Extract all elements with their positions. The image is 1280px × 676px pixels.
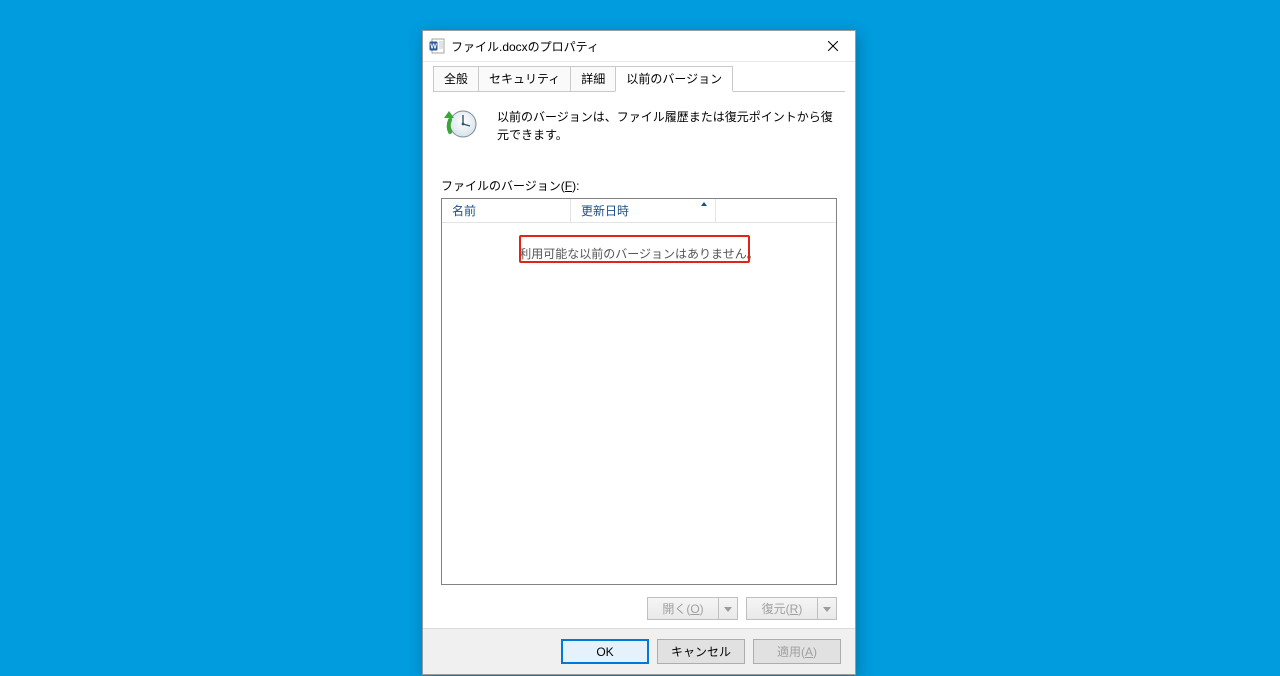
- restore-button: 復元(R): [746, 597, 818, 620]
- action-row: 開く(O) 復元(R): [441, 597, 837, 620]
- tab-general[interactable]: 全般: [433, 66, 479, 92]
- description-row: 以前のバージョンは、ファイル履歴または復元ポイントから復元できます。: [441, 106, 837, 149]
- column-spacer: [716, 199, 836, 223]
- column-name[interactable]: 名前: [442, 199, 571, 223]
- restore-dropdown: [818, 597, 837, 620]
- window-title: ファイル.docxのプロパティ: [451, 38, 599, 55]
- properties-dialog: W ファイル.docxのプロパティ 全般 セキュリティ 詳細 以前のバージョン: [422, 30, 856, 675]
- word-app-icon: W: [429, 38, 445, 54]
- tab-previous-versions[interactable]: 以前のバージョン: [615, 66, 733, 92]
- versions-label: ファイルのバージョン(F):: [441, 177, 837, 194]
- versions-list[interactable]: 名前 更新日時 利用可能な以前のバージョンはありません。: [441, 198, 837, 585]
- list-header: 名前 更新日時: [442, 199, 836, 223]
- no-versions-message: 利用可能な以前のバージョンはありません。: [519, 245, 758, 262]
- tab-content: 以前のバージョンは、ファイル履歴または復元ポイントから復元できます。 ファイルの…: [423, 92, 855, 628]
- button-bar: OK キャンセル 適用(A): [423, 628, 855, 674]
- history-clock-icon: [441, 106, 481, 149]
- tab-strip: 全般 セキュリティ 詳細 以前のバージョン: [433, 68, 845, 92]
- cancel-button[interactable]: キャンセル: [657, 639, 745, 664]
- chevron-down-icon: [724, 605, 732, 613]
- column-date[interactable]: 更新日時: [571, 199, 716, 223]
- tab-details[interactable]: 詳細: [570, 66, 616, 92]
- open-dropdown: [719, 597, 738, 620]
- close-icon: [828, 41, 838, 51]
- open-split-button: 開く(O): [647, 597, 738, 620]
- chevron-down-icon: [823, 605, 831, 613]
- ok-button[interactable]: OK: [561, 639, 649, 664]
- svg-text:W: W: [430, 43, 437, 50]
- open-button: 開く(O): [647, 597, 719, 620]
- restore-split-button: 復元(R): [746, 597, 837, 620]
- apply-button: 適用(A): [753, 639, 841, 664]
- tab-security[interactable]: セキュリティ: [478, 66, 571, 92]
- description-text: 以前のバージョンは、ファイル履歴または復元ポイントから復元できます。: [497, 106, 837, 144]
- close-button[interactable]: [811, 31, 855, 61]
- titlebar: W ファイル.docxのプロパティ: [423, 31, 855, 62]
- list-body: 利用可能な以前のバージョンはありません。: [442, 223, 836, 584]
